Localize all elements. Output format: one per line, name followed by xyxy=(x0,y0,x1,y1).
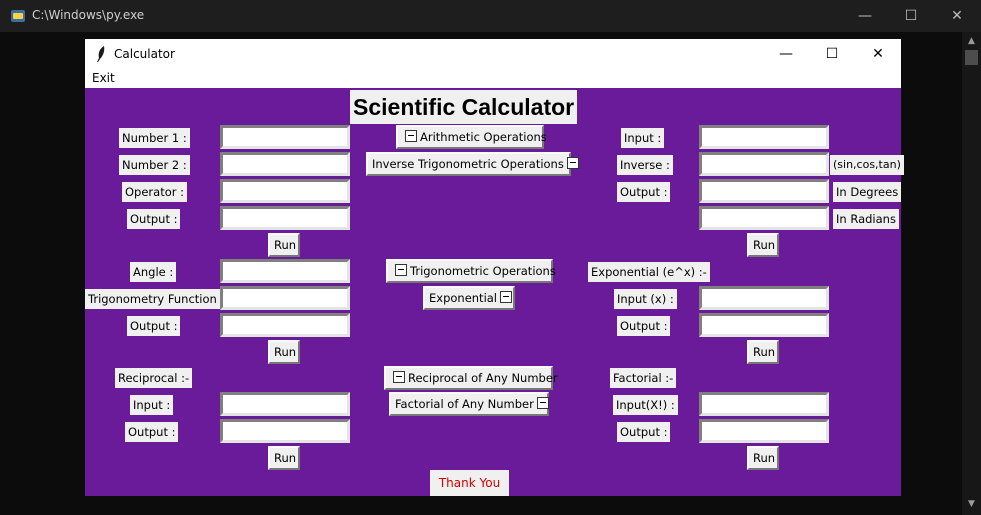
inverse-run-button[interactable]: Run xyxy=(747,233,779,257)
factorial-output-label: Output : xyxy=(617,422,671,442)
trigonometric-operations-label: Trigonometric Operations xyxy=(410,264,556,278)
angle-label: Angle : xyxy=(130,262,177,282)
exponential-input-field[interactable] xyxy=(699,286,829,310)
radians-label: In Radians xyxy=(833,209,899,229)
number2-label: Number 2 : xyxy=(119,155,190,175)
console-titlebar: C:\Windows\py.exe — ☐ ✕ xyxy=(0,0,981,32)
console-scrollbar[interactable] xyxy=(962,32,981,515)
calculator-titlebar: Calculator — ☐ ✕ xyxy=(85,39,901,69)
reciprocal-output-field[interactable] xyxy=(220,419,350,443)
arithmetic-run-button[interactable]: Run xyxy=(268,233,300,257)
inverse-output-label: Output : xyxy=(617,182,671,202)
inverse-trig-operations-label: Inverse Trigonometric Operations xyxy=(372,157,564,171)
trigonometric-operations-toggle[interactable]: Trigonometric Operations xyxy=(386,259,556,283)
number2-input[interactable] xyxy=(220,152,350,176)
collapse-toggle-icon xyxy=(536,397,549,409)
angle-input[interactable] xyxy=(220,259,350,283)
inverse-function-field[interactable] xyxy=(699,152,829,176)
collapse-toggle-icon xyxy=(566,157,579,169)
collapse-toggle-icon xyxy=(405,130,417,142)
inverse-input-label: Input : xyxy=(621,128,665,148)
console-title: C:\Windows\py.exe xyxy=(32,8,145,22)
trig-run-button[interactable]: Run xyxy=(268,340,300,364)
factorial-title-label: Factorial :- xyxy=(610,368,677,388)
factorial-input-label: Input(X!) : xyxy=(613,395,678,415)
degrees-label: In Degrees xyxy=(833,182,902,202)
console-maximize-button[interactable]: ☐ xyxy=(888,0,934,32)
trig-function-input[interactable] xyxy=(220,286,350,310)
exponential-input-label: Input (x) : xyxy=(614,289,677,309)
calculator-window: Calculator — ☐ ✕ Exit Scientific Calcula… xyxy=(85,39,904,496)
arithmetic-operations-toggle[interactable]: Arithmetic Operations xyxy=(396,125,547,149)
window-minimize-button[interactable]: — xyxy=(763,39,809,69)
reciprocal-output-label: Output : xyxy=(125,422,179,442)
arithmetic-output-label: Output : xyxy=(127,209,181,229)
exponential-toggle-label: Exponential xyxy=(429,291,498,305)
reciprocal-toggle[interactable]: Reciprocal of Any Number xyxy=(384,366,558,390)
reciprocal-input-label: Input : xyxy=(130,395,174,415)
collapse-toggle-icon xyxy=(500,291,513,303)
feather-icon xyxy=(97,46,105,62)
inverse-label: Inverse : xyxy=(617,155,673,175)
calculator-canvas: Scientific Calculator Number 1 : Number … xyxy=(85,88,904,496)
exponential-output-label: Output : xyxy=(617,316,671,336)
collapse-toggle-icon xyxy=(393,371,405,383)
exponential-toggle[interactable]: Exponential xyxy=(423,286,515,310)
scroll-down-arrow-icon[interactable]: ▼ xyxy=(962,496,981,512)
window-title: Calculator xyxy=(114,47,175,61)
menu-exit[interactable]: Exit xyxy=(92,71,115,85)
inverse-output-degrees-field[interactable] xyxy=(699,179,829,203)
operator-input[interactable] xyxy=(220,179,350,203)
collapse-toggle-icon xyxy=(395,264,407,276)
python-console-icon xyxy=(11,10,25,22)
trig-function-label: Trigonometry Function : xyxy=(85,289,228,309)
exponential-run-button[interactable]: Run xyxy=(747,340,779,364)
thank-you-label: Thank You xyxy=(430,470,509,496)
arithmetic-output-field[interactable] xyxy=(220,206,350,230)
menubar: Exit xyxy=(85,69,901,88)
inverse-output-radians-field[interactable] xyxy=(699,206,829,230)
factorial-output-field[interactable] xyxy=(699,419,829,443)
reciprocal-title-label: Reciprocal :- xyxy=(115,368,193,388)
number1-label: Number 1 : xyxy=(119,128,190,148)
exponential-title-label: Exponential (e^x) :- xyxy=(588,262,710,282)
operator-label: Operator : xyxy=(122,182,188,202)
page-title: Scientific Calculator xyxy=(350,90,578,124)
factorial-toggle[interactable]: Factorial of Any Number xyxy=(389,392,549,416)
inverse-hint-label: (sin,cos,tan) xyxy=(830,155,904,175)
scroll-up-arrow-icon[interactable]: ▲ xyxy=(962,33,981,49)
arithmetic-operations-label: Arithmetic Operations xyxy=(420,130,547,144)
factorial-input-field[interactable] xyxy=(699,392,829,416)
reciprocal-toggle-label: Reciprocal of Any Number xyxy=(408,371,558,385)
number1-input[interactable] xyxy=(220,125,350,149)
reciprocal-run-button[interactable]: Run xyxy=(268,446,300,470)
scroll-thumb[interactable] xyxy=(965,50,978,65)
reciprocal-input-field[interactable] xyxy=(220,392,350,416)
trig-output-label: Output : xyxy=(127,316,181,336)
window-maximize-button[interactable]: ☐ xyxy=(809,39,855,69)
window-close-button[interactable]: ✕ xyxy=(855,39,901,69)
exponential-output-field[interactable] xyxy=(699,313,829,337)
inverse-input-field[interactable] xyxy=(699,125,829,149)
console-close-button[interactable]: ✕ xyxy=(934,0,980,32)
factorial-toggle-label: Factorial of Any Number xyxy=(395,397,534,411)
inverse-trig-toggle[interactable]: Inverse Trigonometric Operations xyxy=(366,152,579,176)
trig-output-field[interactable] xyxy=(220,313,350,337)
factorial-run-button[interactable]: Run xyxy=(747,446,779,470)
console-minimize-button[interactable]: — xyxy=(842,0,888,32)
